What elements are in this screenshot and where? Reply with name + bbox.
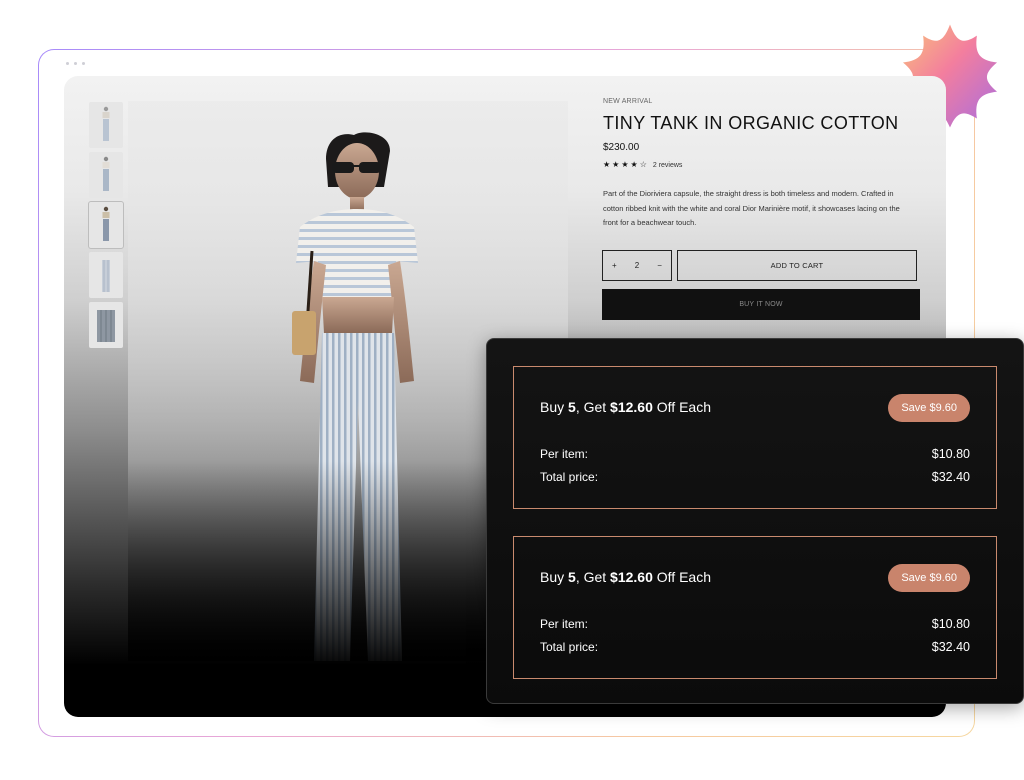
thumbnail-list bbox=[88, 102, 125, 352]
offer-headline: Buy 5, Get $12.60 Off Each bbox=[540, 569, 711, 585]
star-icon: ★ bbox=[612, 160, 620, 169]
per-item-value: $10.80 bbox=[931, 617, 970, 631]
offer-quantity: 5 bbox=[568, 569, 576, 585]
offer-card-1[interactable]: Buy 5, Get $12.60 Off Each Save $9.60 Pe… bbox=[513, 366, 997, 509]
thumbnail-2[interactable] bbox=[89, 152, 123, 198]
offer-quantity: 5 bbox=[568, 399, 576, 415]
thumbnail-5[interactable] bbox=[89, 302, 123, 348]
window-dots bbox=[66, 62, 85, 65]
star-icon: ★ bbox=[630, 160, 638, 169]
per-item-row: Per item: $10.80 bbox=[540, 617, 970, 631]
per-item-label: Per item: bbox=[540, 447, 589, 461]
star-icon: ★ bbox=[621, 160, 629, 169]
product-description: Part of the Dioriviera capsule, the stra… bbox=[603, 189, 900, 227]
purchase-row: + 2 − ADD TO CART bbox=[602, 250, 917, 281]
thumbnail-3[interactable] bbox=[88, 201, 124, 249]
total-price-row: Total price: $32.40 bbox=[540, 640, 970, 654]
offer-card-2[interactable]: Buy 5, Get $12.60 Off Each Save $9.60 Pe… bbox=[513, 536, 997, 679]
buy-now-button[interactable]: BUY IT NOW bbox=[602, 289, 920, 320]
rating-row: ★ ★ ★ ★ ☆ 2 reviews bbox=[603, 161, 923, 169]
bundle-offers-panel: Buy 5, Get $12.60 Off Each Save $9.60 Pe… bbox=[486, 338, 1024, 704]
quantity-value[interactable]: 2 bbox=[635, 261, 639, 270]
quantity-stepper[interactable]: + 2 − bbox=[602, 250, 672, 281]
new-arrival-label: NEW ARRIVAL bbox=[603, 98, 653, 105]
total-price-value: $32.40 bbox=[931, 470, 970, 484]
offer-mid: , Get bbox=[575, 399, 611, 415]
total-price-value: $32.40 bbox=[931, 640, 970, 654]
offer-amount: $12.60 bbox=[610, 569, 653, 585]
total-price-label: Total price: bbox=[540, 640, 599, 654]
product-title: TINY TANK IN ORGANIC COTTON bbox=[603, 113, 899, 133]
save-badge: Save $9.60 bbox=[888, 564, 970, 592]
total-price-row: Total price: $32.40 bbox=[540, 470, 970, 484]
per-item-value: $10.80 bbox=[931, 447, 970, 461]
offer-prefix: Buy bbox=[540, 569, 569, 585]
offer-headline: Buy 5, Get $12.60 Off Each bbox=[540, 399, 711, 415]
star-half-icon: ☆ bbox=[639, 160, 647, 169]
minus-icon[interactable]: − bbox=[657, 261, 662, 270]
per-item-label: Per item: bbox=[540, 617, 589, 631]
thumbnail-4[interactable] bbox=[89, 252, 123, 298]
product-info: NEW ARRIVAL TINY TANK IN ORGANIC COTTON … bbox=[603, 98, 923, 231]
offer-suffix: Off Each bbox=[652, 569, 711, 585]
total-price-label: Total price: bbox=[540, 470, 599, 484]
star-icon: ★ bbox=[603, 160, 611, 169]
add-to-cart-button[interactable]: ADD TO CART bbox=[677, 250, 917, 281]
product-price: $230.00 bbox=[603, 142, 640, 153]
offer-suffix: Off Each bbox=[652, 399, 711, 415]
offer-amount: $12.60 bbox=[610, 399, 653, 415]
save-badge: Save $9.60 bbox=[888, 394, 970, 422]
thumbnail-1[interactable] bbox=[89, 102, 123, 148]
offer-prefix: Buy bbox=[540, 399, 569, 415]
plus-icon[interactable]: + bbox=[612, 261, 617, 270]
reviews-link[interactable]: 2 reviews bbox=[653, 162, 683, 169]
per-item-row: Per item: $10.80 bbox=[540, 447, 970, 461]
offer-mid: , Get bbox=[575, 569, 611, 585]
